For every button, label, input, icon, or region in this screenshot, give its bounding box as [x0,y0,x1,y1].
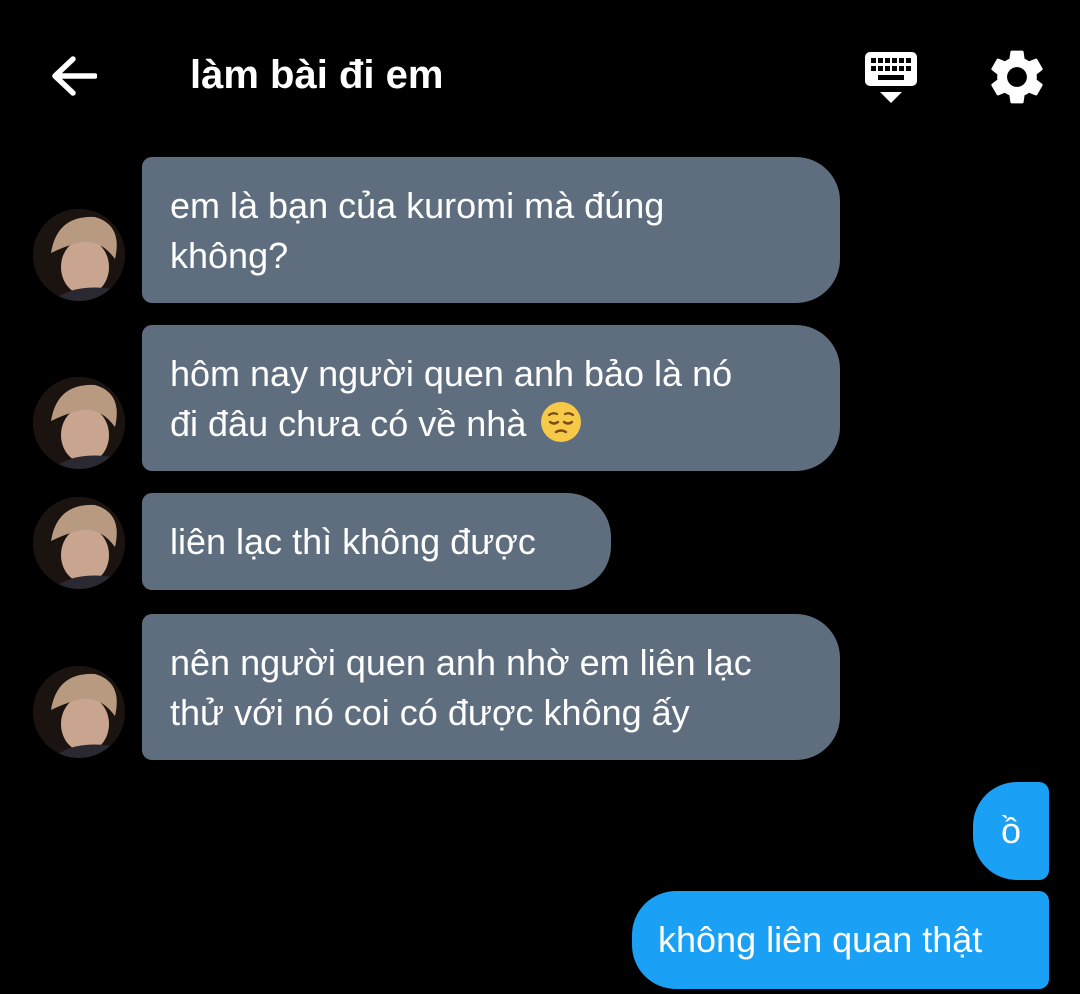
chat-header: làm bài đi em [0,0,1080,150]
avatar[interactable] [33,209,125,301]
pensive-face-emoji [541,402,582,442]
message-bubble-incoming[interactable]: nên người quen anh nhờ em liên lạc thử v… [142,614,840,760]
message-bubble-incoming[interactable]: liên lạc thì không được [142,493,611,590]
back-button[interactable] [44,48,104,104]
chat-title: làm bài đi em [190,53,444,97]
keyboard-icon [865,52,917,103]
message-line: không liên quan thật [658,919,983,960]
message-bubble-incoming[interactable]: em là bạn của kuromi mà đúng không? [142,157,840,303]
avatar[interactable] [33,666,125,758]
gear-icon [991,50,1043,104]
message-line: em là bạn của kuromi mà đúng [170,185,665,226]
message-line: đi đâu chưa có về nhà [170,399,812,449]
message-bubble-incoming[interactable]: hôm nay người quen anh bảo là nó đi đâu … [142,325,840,471]
message-line: liên lạc thì không được [170,521,536,562]
message-line: ồ [1000,810,1022,851]
keyboard-toggle-button[interactable] [858,50,924,106]
avatar[interactable] [33,497,125,589]
message-line: hôm nay người quen anh bảo là nó [170,353,733,394]
settings-button[interactable] [984,44,1050,110]
message-line: không? [170,235,289,276]
message-bubble-outgoing[interactable]: không liên quan thật [632,891,1049,989]
avatar[interactable] [33,377,125,469]
message-line: thử với nó coi có được không ấy [170,692,690,733]
back-arrow-icon [52,56,97,96]
message-line: nên người quen anh nhờ em liên lạc [170,642,752,683]
message-bubble-outgoing[interactable]: ồ [973,782,1049,880]
message-text: đi đâu chưa có về nhà [170,403,527,444]
